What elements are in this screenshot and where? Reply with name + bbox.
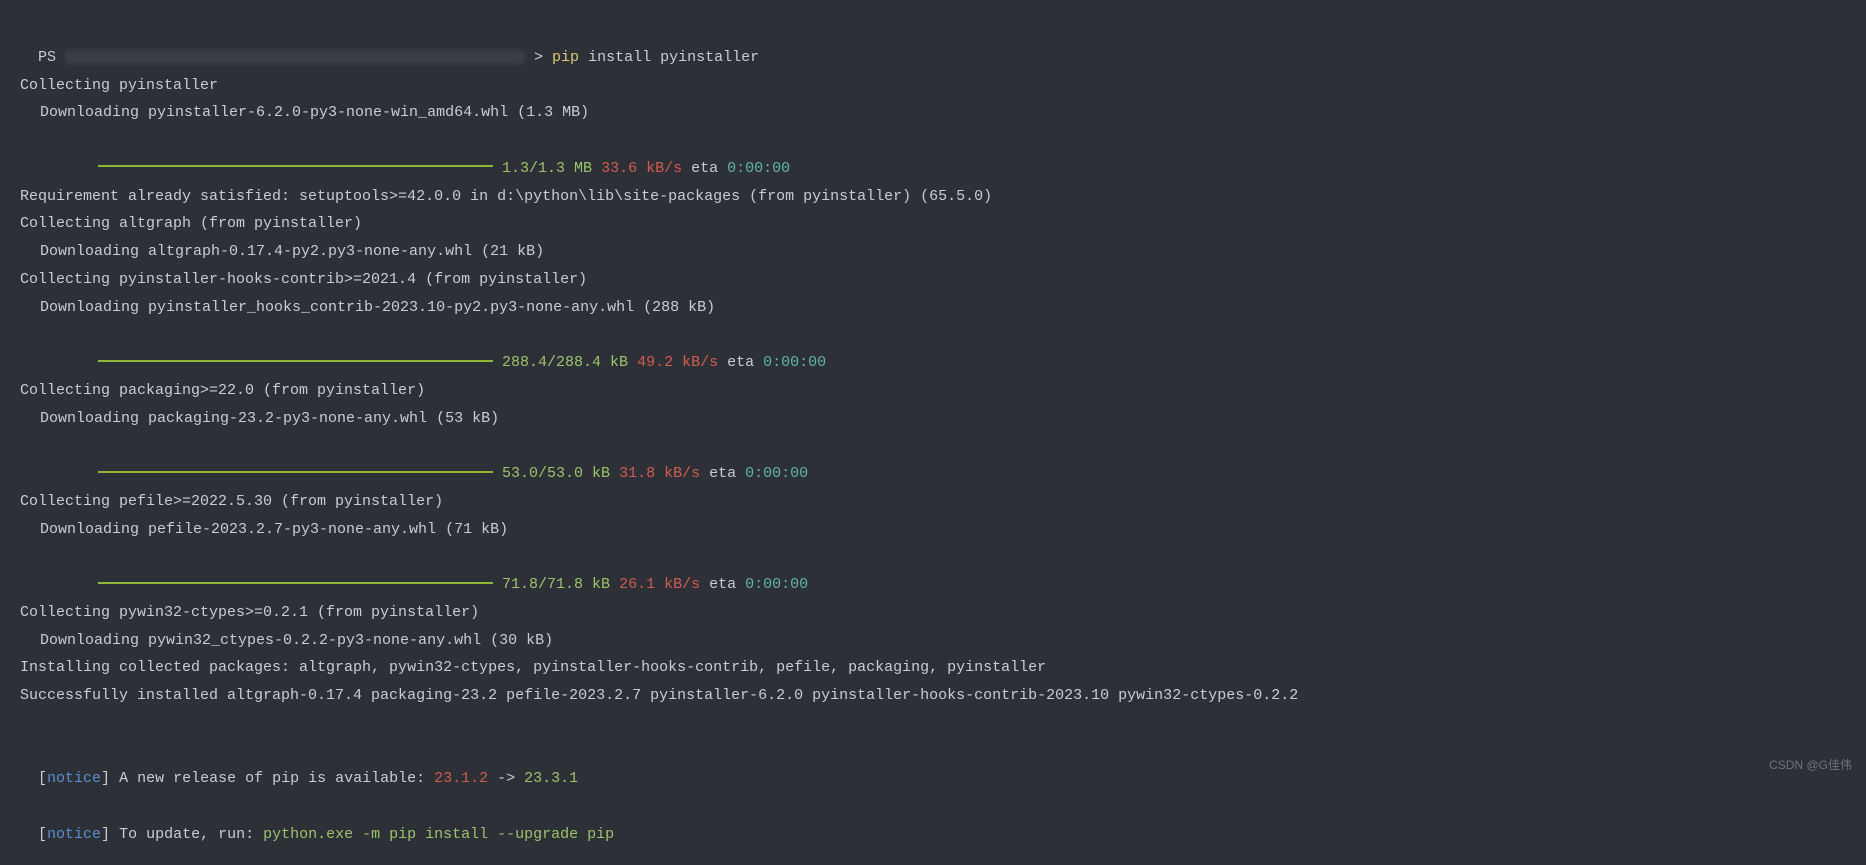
eta-value: 0:00:00 [745, 465, 808, 482]
notice-text: A new release of pip is available: [110, 770, 434, 787]
notice-word: notice [47, 826, 101, 843]
eta-value: 0:00:00 [727, 160, 790, 177]
prompt-chevron: > [525, 49, 552, 66]
prompt-prefix: PS [38, 49, 65, 66]
output-line: Successfully installed altgraph-0.17.4 p… [20, 682, 1846, 710]
output-line: Downloading pefile-2023.2.7-py3-none-any… [40, 516, 1846, 544]
progress-line: 71.8/71.8 kB 26.1 kB/s eta 0:00:00 [80, 543, 1846, 599]
progress-size: 71.8/71.8 kB [502, 576, 610, 593]
bracket-close: ] [101, 826, 110, 843]
prompt-line[interactable]: PS > pip install pyinstaller [20, 16, 1846, 72]
progress-rate: 49.2 kB/s [637, 354, 718, 371]
progress-bar-icon [98, 360, 493, 362]
output-line: Collecting altgraph (from pyinstaller) [20, 210, 1846, 238]
cmd-pip: pip [552, 49, 579, 66]
output-line: Collecting pywin32-ctypes>=0.2.1 (from p… [20, 599, 1846, 627]
progress-size: 1.3/1.3 MB [502, 160, 592, 177]
bracket-close: ] [101, 770, 110, 787]
progress-bar-icon [98, 471, 493, 473]
eta-value: 0:00:00 [745, 576, 808, 593]
eta-value: 0:00:00 [763, 354, 826, 371]
redacted-path [65, 50, 525, 64]
eta-label: eta [682, 160, 727, 177]
bracket-open: [ [38, 826, 47, 843]
notice-word: notice [47, 770, 101, 787]
eta-label: eta [700, 576, 745, 593]
notice-new: 23.3.1 [524, 770, 578, 787]
progress-rate: 31.8 kB/s [619, 465, 700, 482]
notice-text: To update, run: [110, 826, 263, 843]
output-line: Downloading pyinstaller-6.2.0-py3-none-w… [40, 99, 1846, 127]
progress-bar-icon [98, 165, 493, 167]
notice-line: [notice] To update, run: python.exe -m p… [20, 793, 1846, 849]
output-line: Collecting pyinstaller [20, 72, 1846, 100]
progress-rate: 26.1 kB/s [619, 576, 700, 593]
output-line: Collecting pyinstaller-hooks-contrib>=20… [20, 266, 1846, 294]
notice-arrow: -> [488, 770, 524, 787]
eta-label: eta [700, 465, 745, 482]
watermark: CSDN @G佳伟 [1769, 754, 1852, 776]
progress-line: 53.0/53.0 kB 31.8 kB/s eta 0:00:00 [80, 432, 1846, 488]
notice-line: [notice] A new release of pip is availab… [20, 738, 1846, 794]
output-line: Downloading pywin32_ctypes-0.2.2-py3-non… [40, 627, 1846, 655]
output-line: Downloading altgraph-0.17.4-py2.py3-none… [40, 238, 1846, 266]
notice-cmd: python.exe -m pip install --upgrade pip [263, 826, 614, 843]
bracket-open: [ [38, 770, 47, 787]
output-line: Downloading pyinstaller_hooks_contrib-20… [40, 294, 1846, 322]
progress-line: 288.4/288.4 kB 49.2 kB/s eta 0:00:00 [80, 321, 1846, 377]
progress-bar-icon [98, 582, 493, 584]
cmd-args: install pyinstaller [579, 49, 759, 66]
progress-size: 288.4/288.4 kB [502, 354, 628, 371]
progress-size: 53.0/53.0 kB [502, 465, 610, 482]
output-line: Downloading packaging-23.2-py3-none-any.… [40, 405, 1846, 433]
output-line: Collecting pefile>=2022.5.30 (from pyins… [20, 488, 1846, 516]
output-line: Installing collected packages: altgraph,… [20, 654, 1846, 682]
progress-line: 1.3/1.3 MB 33.6 kB/s eta 0:00:00 [80, 127, 1846, 183]
progress-rate: 33.6 kB/s [601, 160, 682, 177]
eta-label: eta [718, 354, 763, 371]
output-line: Requirement already satisfied: setuptool… [20, 183, 1846, 211]
output-line: Collecting packaging>=22.0 (from pyinsta… [20, 377, 1846, 405]
blank-line [20, 710, 1846, 738]
notice-old: 23.1.2 [434, 770, 488, 787]
